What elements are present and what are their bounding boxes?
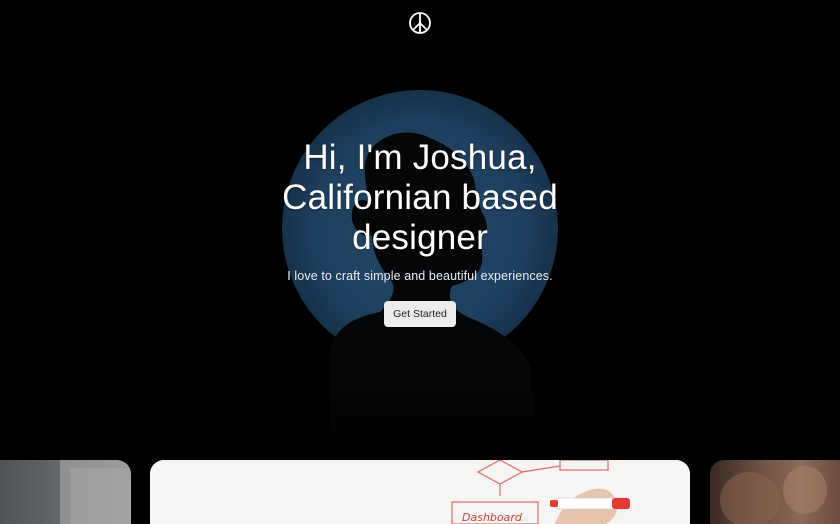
get-started-button[interactable]: Get Started	[384, 301, 456, 327]
headline-line-3: designer	[352, 218, 488, 257]
whiteboard-text: Dashboard	[462, 511, 523, 524]
gallery-strip: Dashboard	[0, 460, 840, 524]
whiteboard-photo-image: Dashboard	[150, 460, 690, 524]
headline-line-2: Californian based	[282, 178, 558, 217]
gallery-card-main[interactable]: Dashboard	[150, 460, 690, 524]
hero-headline: Hi, I'm Joshua, Californian based design…	[200, 138, 640, 258]
hero-section: Hi, I'm Joshua, Californian based design…	[0, 0, 840, 460]
hero-subheadline: I love to craft simple and beautiful exp…	[287, 269, 553, 283]
people-photo-image	[720, 466, 827, 524]
headline-line-1: Hi, I'm Joshua,	[303, 138, 537, 177]
gallery-card-left[interactable]	[0, 460, 131, 524]
logo[interactable]	[408, 11, 432, 35]
office-photo-image	[0, 460, 131, 524]
peace-sign-icon	[409, 12, 431, 34]
gallery-card-right[interactable]	[710, 460, 840, 524]
